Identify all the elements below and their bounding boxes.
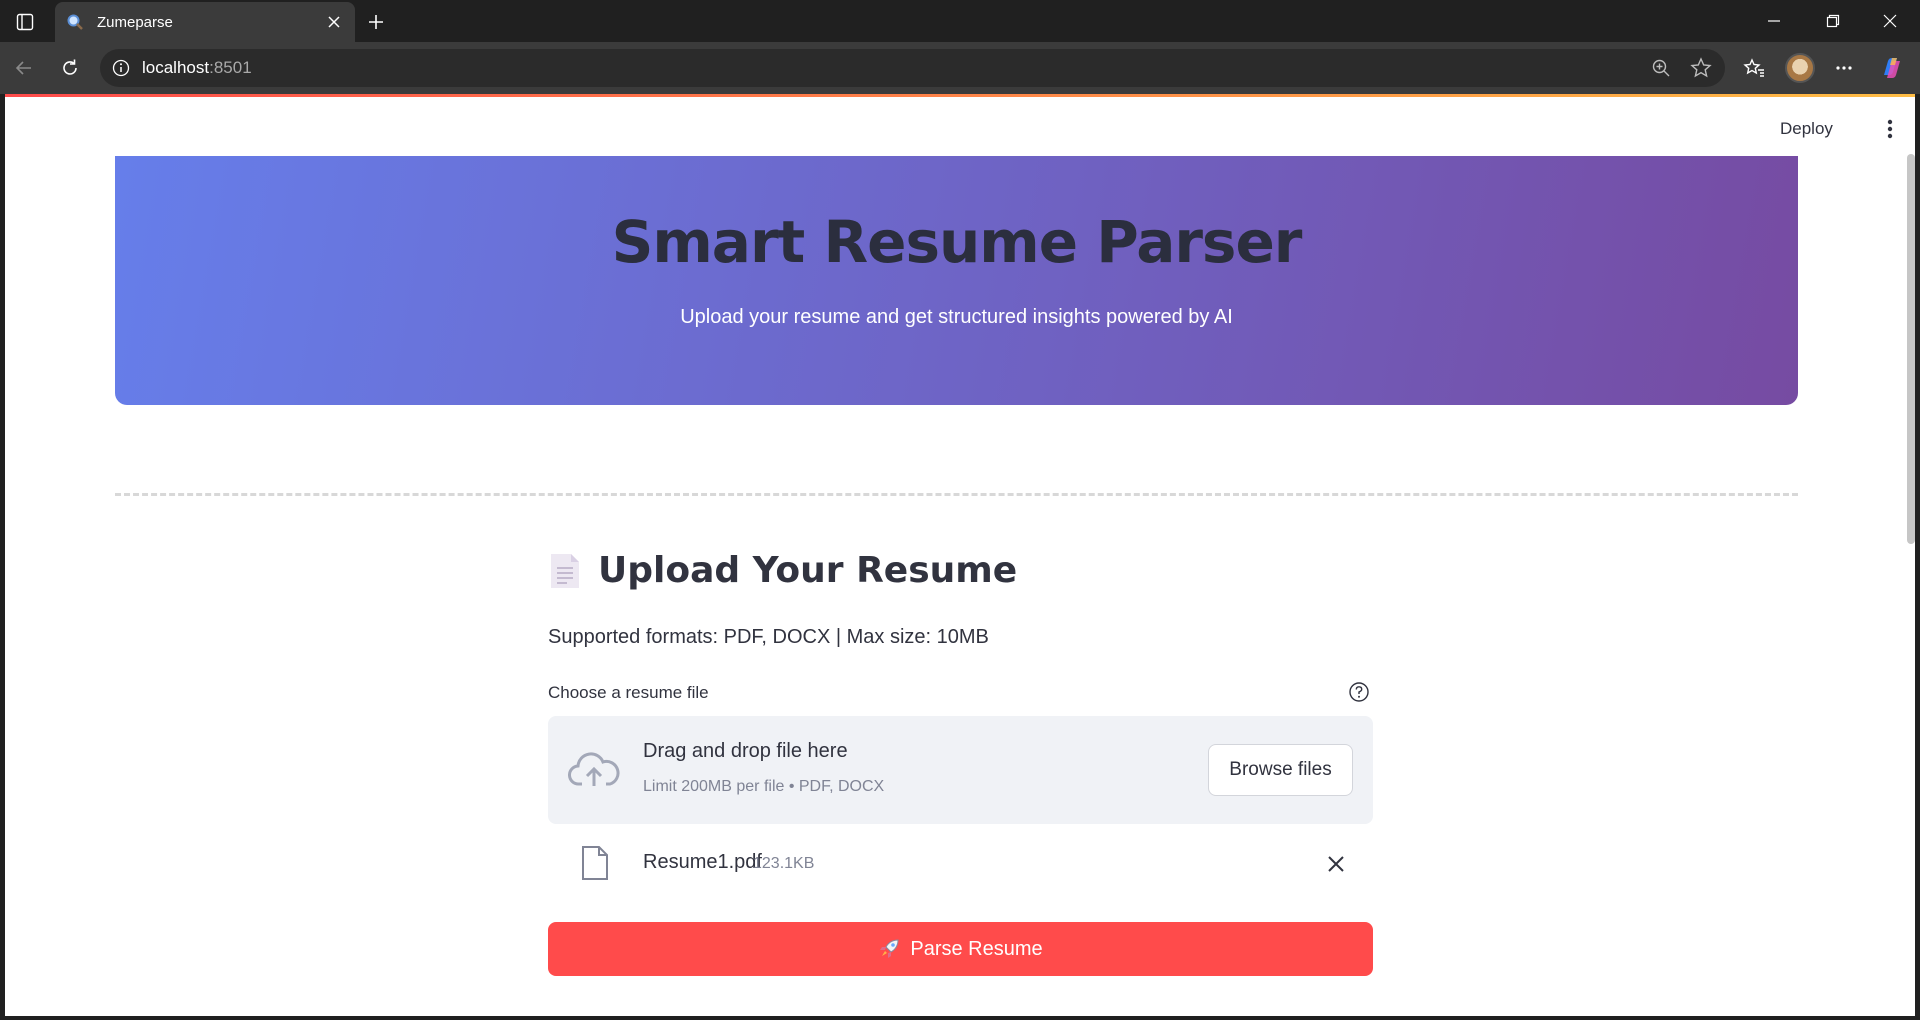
cloud-upload-icon (568, 744, 620, 796)
parse-button-label: Parse Resume (910, 937, 1043, 960)
browse-files-button[interactable]: Browse files (1208, 744, 1353, 796)
star-icon[interactable] (1685, 52, 1717, 84)
supported-formats-text: Supported formats: PDF, DOCX | Max size:… (548, 626, 989, 648)
tab-title: Zumeparse (97, 13, 173, 31)
url-port: :8501 (209, 58, 252, 77)
minimize-icon[interactable] (1750, 6, 1798, 36)
uploaded-file-row: Resume1.pdf 123.1KB (548, 839, 1373, 889)
dropzone-limit-text: Limit 200MB per file • PDF, DOCX (643, 778, 885, 795)
close-icon[interactable] (323, 11, 345, 33)
back-icon[interactable] (8, 52, 40, 84)
parse-resume-button[interactable]: Parse Resume (548, 922, 1373, 976)
top-decoration-bar (5, 94, 1915, 97)
file-dropzone[interactable]: Drag and drop file here Limit 200MB per … (548, 716, 1373, 824)
sidebar-toggle-icon[interactable] (12, 9, 38, 35)
close-window-icon[interactable] (1866, 6, 1914, 36)
file-icon (578, 843, 612, 883)
avatar[interactable] (1784, 52, 1816, 84)
address-bar[interactable]: localhost:8501 (100, 49, 1725, 87)
uploaded-file-size: 123.1KB (753, 855, 815, 872)
reload-icon[interactable] (54, 52, 86, 84)
browser-toolbar: localhost:8501 (0, 42, 1920, 94)
search-favicon-icon (65, 12, 85, 32)
remove-file-icon[interactable] (1321, 849, 1351, 879)
favorites-icon[interactable] (1738, 52, 1770, 84)
deploy-button[interactable]: Deploy (1780, 114, 1833, 144)
page-viewport: Deploy Smart Resume Parser Upload your r… (5, 94, 1915, 1016)
dropzone-instruction: Drag and drop file here (643, 740, 848, 762)
upload-heading: Upload Your Resume (548, 550, 1017, 591)
scrollbar[interactable] (1907, 154, 1915, 544)
rocket-icon (878, 938, 900, 960)
hero-subtitle: Upload your resume and get structured in… (680, 306, 1233, 328)
copilot-icon[interactable] (1876, 52, 1908, 84)
info-icon[interactable] (110, 57, 132, 79)
url-host: localhost (142, 58, 210, 77)
help-icon[interactable] (1347, 680, 1371, 704)
url-text[interactable]: localhost:8501 (142, 58, 1645, 78)
file-uploader-label: Choose a resume file (548, 683, 709, 702)
browser-tab[interactable]: Zumeparse (55, 2, 355, 42)
hero-banner: Smart Resume Parser Upload your resume a… (115, 156, 1798, 405)
more-icon[interactable] (1828, 52, 1860, 84)
document-icon (548, 552, 582, 590)
upload-title: Upload Your Resume (598, 550, 1018, 591)
plus-icon[interactable] (362, 8, 390, 36)
page-title: Smart Resume Parser (611, 208, 1303, 276)
section-divider (115, 493, 1798, 496)
uploaded-file-name: Resume1.pdf (643, 851, 762, 873)
kebab-icon[interactable] (1875, 114, 1905, 144)
restore-icon[interactable] (1809, 6, 1857, 36)
zoom-icon[interactable] (1645, 52, 1677, 84)
browser-titlebar: Zumeparse (0, 0, 1920, 42)
